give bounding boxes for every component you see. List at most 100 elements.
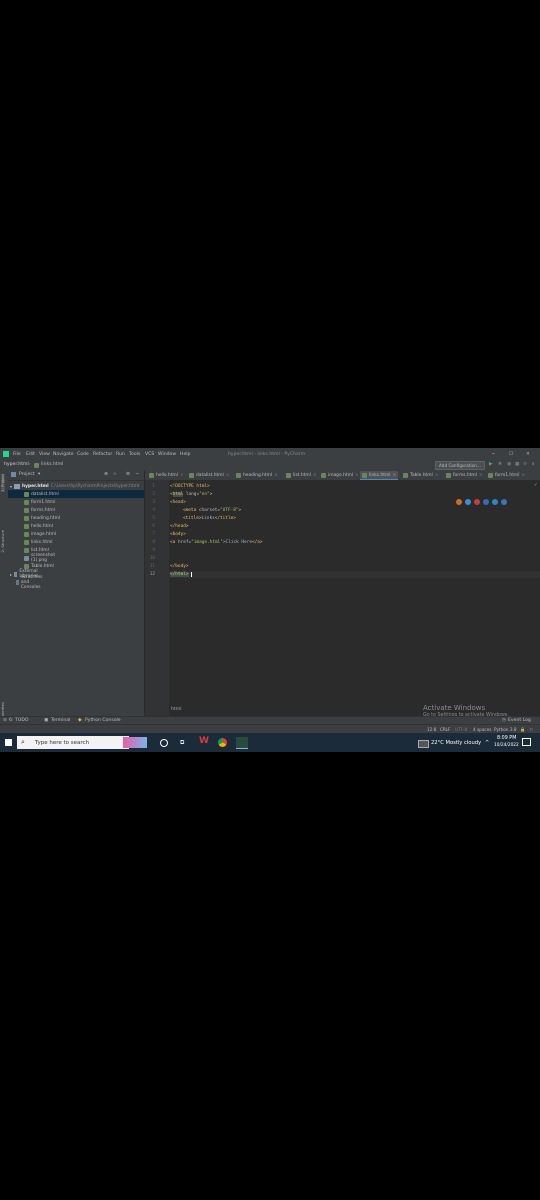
- line-number: 6: [152, 524, 155, 529]
- opera-icon[interactable]: [474, 499, 480, 505]
- firefox-icon[interactable]: [456, 499, 462, 505]
- minimize-icon[interactable]: ─: [492, 452, 495, 457]
- search-icon[interactable]: ⌕: [532, 462, 535, 468]
- task-view-icon[interactable]: ⧉: [180, 740, 184, 746]
- tree-file-datalist[interactable]: datalist.html: [8, 490, 144, 498]
- menu-code[interactable]: Code: [77, 452, 89, 457]
- menu-window[interactable]: Window: [158, 452, 176, 457]
- breadcrumb-file[interactable]: links.html: [41, 462, 63, 468]
- pycharm-taskbar-icon[interactable]: [236, 737, 248, 749]
- add-configuration-button[interactable]: Add Configuration...: [435, 461, 485, 470]
- collapse-icon[interactable]: ÷: [113, 472, 117, 478]
- menu-view[interactable]: View: [39, 452, 50, 457]
- close-tab-icon[interactable]: ×: [435, 473, 439, 478]
- tree-file-forms[interactable]: forms.html: [24, 506, 55, 514]
- close-tab-icon[interactable]: ×: [392, 473, 396, 478]
- close-tab-icon[interactable]: ×: [313, 473, 317, 478]
- tab-links[interactable]: links.html ×: [360, 471, 399, 480]
- close-tab-icon[interactable]: ×: [521, 473, 525, 478]
- maximize-icon[interactable]: ☐: [509, 452, 513, 457]
- line-number-gutter: 1 2 3 4 5 6 7 8 9 10 11 12: [145, 480, 169, 716]
- close-tab-icon[interactable]: ×: [274, 473, 278, 478]
- inspection-ok-icon[interactable]: ✔: [534, 482, 537, 487]
- lock-icon[interactable]: 🔒: [520, 727, 525, 732]
- code-line-8: <a href="image.html">Click Here</a>: [170, 540, 263, 545]
- line-separator[interactable]: CRLF: [440, 727, 451, 732]
- hide-icon[interactable]: ─: [136, 472, 139, 478]
- weather-text[interactable]: 22°C Mostly cloudy: [431, 740, 481, 746]
- chrome-taskbar-icon[interactable]: [218, 738, 227, 747]
- indent-setting[interactable]: 4 spaces: [473, 727, 491, 732]
- tab-datalist[interactable]: datalist.html ×: [187, 471, 231, 479]
- tree-scratches[interactable]: Scratches and Consoles: [16, 575, 46, 590]
- close-tab-icon[interactable]: ×: [479, 473, 483, 478]
- python-console-tool-tab[interactable]: Python Console: [85, 718, 121, 724]
- edge-icon[interactable]: [492, 499, 498, 505]
- menu-vcs[interactable]: VCS: [145, 452, 154, 457]
- globe-icon[interactable]: ⊕: [104, 472, 108, 478]
- caret-position[interactable]: 12:8: [427, 727, 436, 732]
- weather-icon[interactable]: [418, 740, 429, 748]
- tree-file-hello[interactable]: hello.html: [24, 522, 53, 530]
- clock-time[interactable]: 8:09 PM: [497, 736, 516, 742]
- structure-tool-tab[interactable]: 2: Structure: [0, 530, 5, 553]
- chrome-icon[interactable]: [465, 499, 471, 505]
- breadcrumb-project[interactable]: hyper.html: [4, 462, 29, 468]
- notification-center-icon[interactable]: [522, 738, 531, 746]
- ie-icon[interactable]: [483, 499, 489, 505]
- notifications-icon[interactable]: ⚐: [530, 727, 534, 732]
- tree-file-image[interactable]: image.html: [24, 530, 56, 538]
- menu-help[interactable]: Help: [180, 452, 190, 457]
- chevron-down-icon[interactable]: ▾: [38, 472, 40, 478]
- expand-arrow-icon[interactable]: ▾: [10, 484, 12, 489]
- menu-tools[interactable]: Tools: [129, 452, 140, 457]
- python-interpreter[interactable]: Python 3.8: [494, 727, 517, 732]
- project-tool-tab[interactable]: 1: Project: [0, 474, 5, 492]
- safari-icon[interactable]: [501, 499, 507, 505]
- tree-file-screenshot[interactable]: screenshot (1).png: [24, 553, 55, 563]
- close-tab-icon[interactable]: ×: [180, 473, 184, 478]
- close-icon[interactable]: ✕: [526, 452, 530, 457]
- cortana-icon[interactable]: [160, 739, 168, 747]
- expand-arrow-icon[interactable]: ▸: [10, 572, 12, 577]
- code-line-6: </head>: [170, 524, 189, 529]
- close-tab-icon[interactable]: ×: [226, 473, 230, 478]
- todo-tool-tab[interactable]: 6: TODO: [9, 718, 29, 724]
- close-tab-icon[interactable]: ×: [355, 473, 359, 478]
- tray-overflow-icon[interactable]: ^: [485, 741, 489, 746]
- menu-refactor[interactable]: Refactor: [93, 452, 112, 457]
- windows-start-icon[interactable]: [5, 739, 12, 746]
- event-log-tool-tab[interactable]: Event Log: [508, 718, 531, 724]
- run-icon[interactable]: ▶: [489, 462, 493, 468]
- menu-run[interactable]: Run: [116, 452, 125, 457]
- menu-edit[interactable]: Edit: [26, 452, 35, 457]
- tab-table[interactable]: Table.html ×: [401, 471, 440, 479]
- code-editor[interactable]: <!DOCTYPE html> <html lang="en"> <head> …: [169, 480, 540, 716]
- tab-hello[interactable]: hello.html ×: [147, 471, 186, 479]
- tab-heading[interactable]: heading.html ×: [234, 471, 280, 479]
- tab-forms[interactable]: forms.html ×: [444, 471, 485, 479]
- tree-file-form1[interactable]: form1.html: [24, 498, 55, 506]
- tree-root[interactable]: ▾ hyper.html C:\Users\hp\PycharmProjects…: [10, 482, 139, 490]
- clock-date[interactable]: 10/24/2022: [494, 743, 519, 748]
- tree-file-label: list.html: [31, 547, 49, 553]
- terminal-tool-tab[interactable]: Terminal: [51, 718, 70, 724]
- tab-form1[interactable]: form1.html ×: [486, 471, 527, 479]
- menu-navigate[interactable]: Navigate: [53, 452, 74, 457]
- debug-icon[interactable]: ✱: [498, 462, 502, 468]
- editor-breadcrumb[interactable]: html: [171, 707, 181, 713]
- taskbar-search-box[interactable]: ⌕ Type here to search: [17, 736, 147, 749]
- coverage-icon[interactable]: ▣: [507, 462, 511, 468]
- menu-file[interactable]: File: [13, 452, 21, 457]
- project-dropdown[interactable]: Project: [19, 472, 35, 478]
- tree-file-heading[interactable]: heading.html: [24, 514, 60, 522]
- tree-file-links[interactable]: links.html: [24, 538, 52, 546]
- vcs-icon[interactable]: ⚙: [523, 462, 527, 468]
- stop-icon[interactable]: ■: [515, 462, 519, 468]
- wps-office-icon[interactable]: W: [199, 737, 209, 746]
- gear-icon[interactable]: ⚙: [126, 472, 130, 478]
- tab-list[interactable]: list.html ×: [284, 471, 319, 479]
- html-file-icon: [236, 472, 241, 478]
- file-encoding[interactable]: UTF-8: [455, 727, 467, 732]
- tab-image[interactable]: image.html ×: [319, 471, 361, 479]
